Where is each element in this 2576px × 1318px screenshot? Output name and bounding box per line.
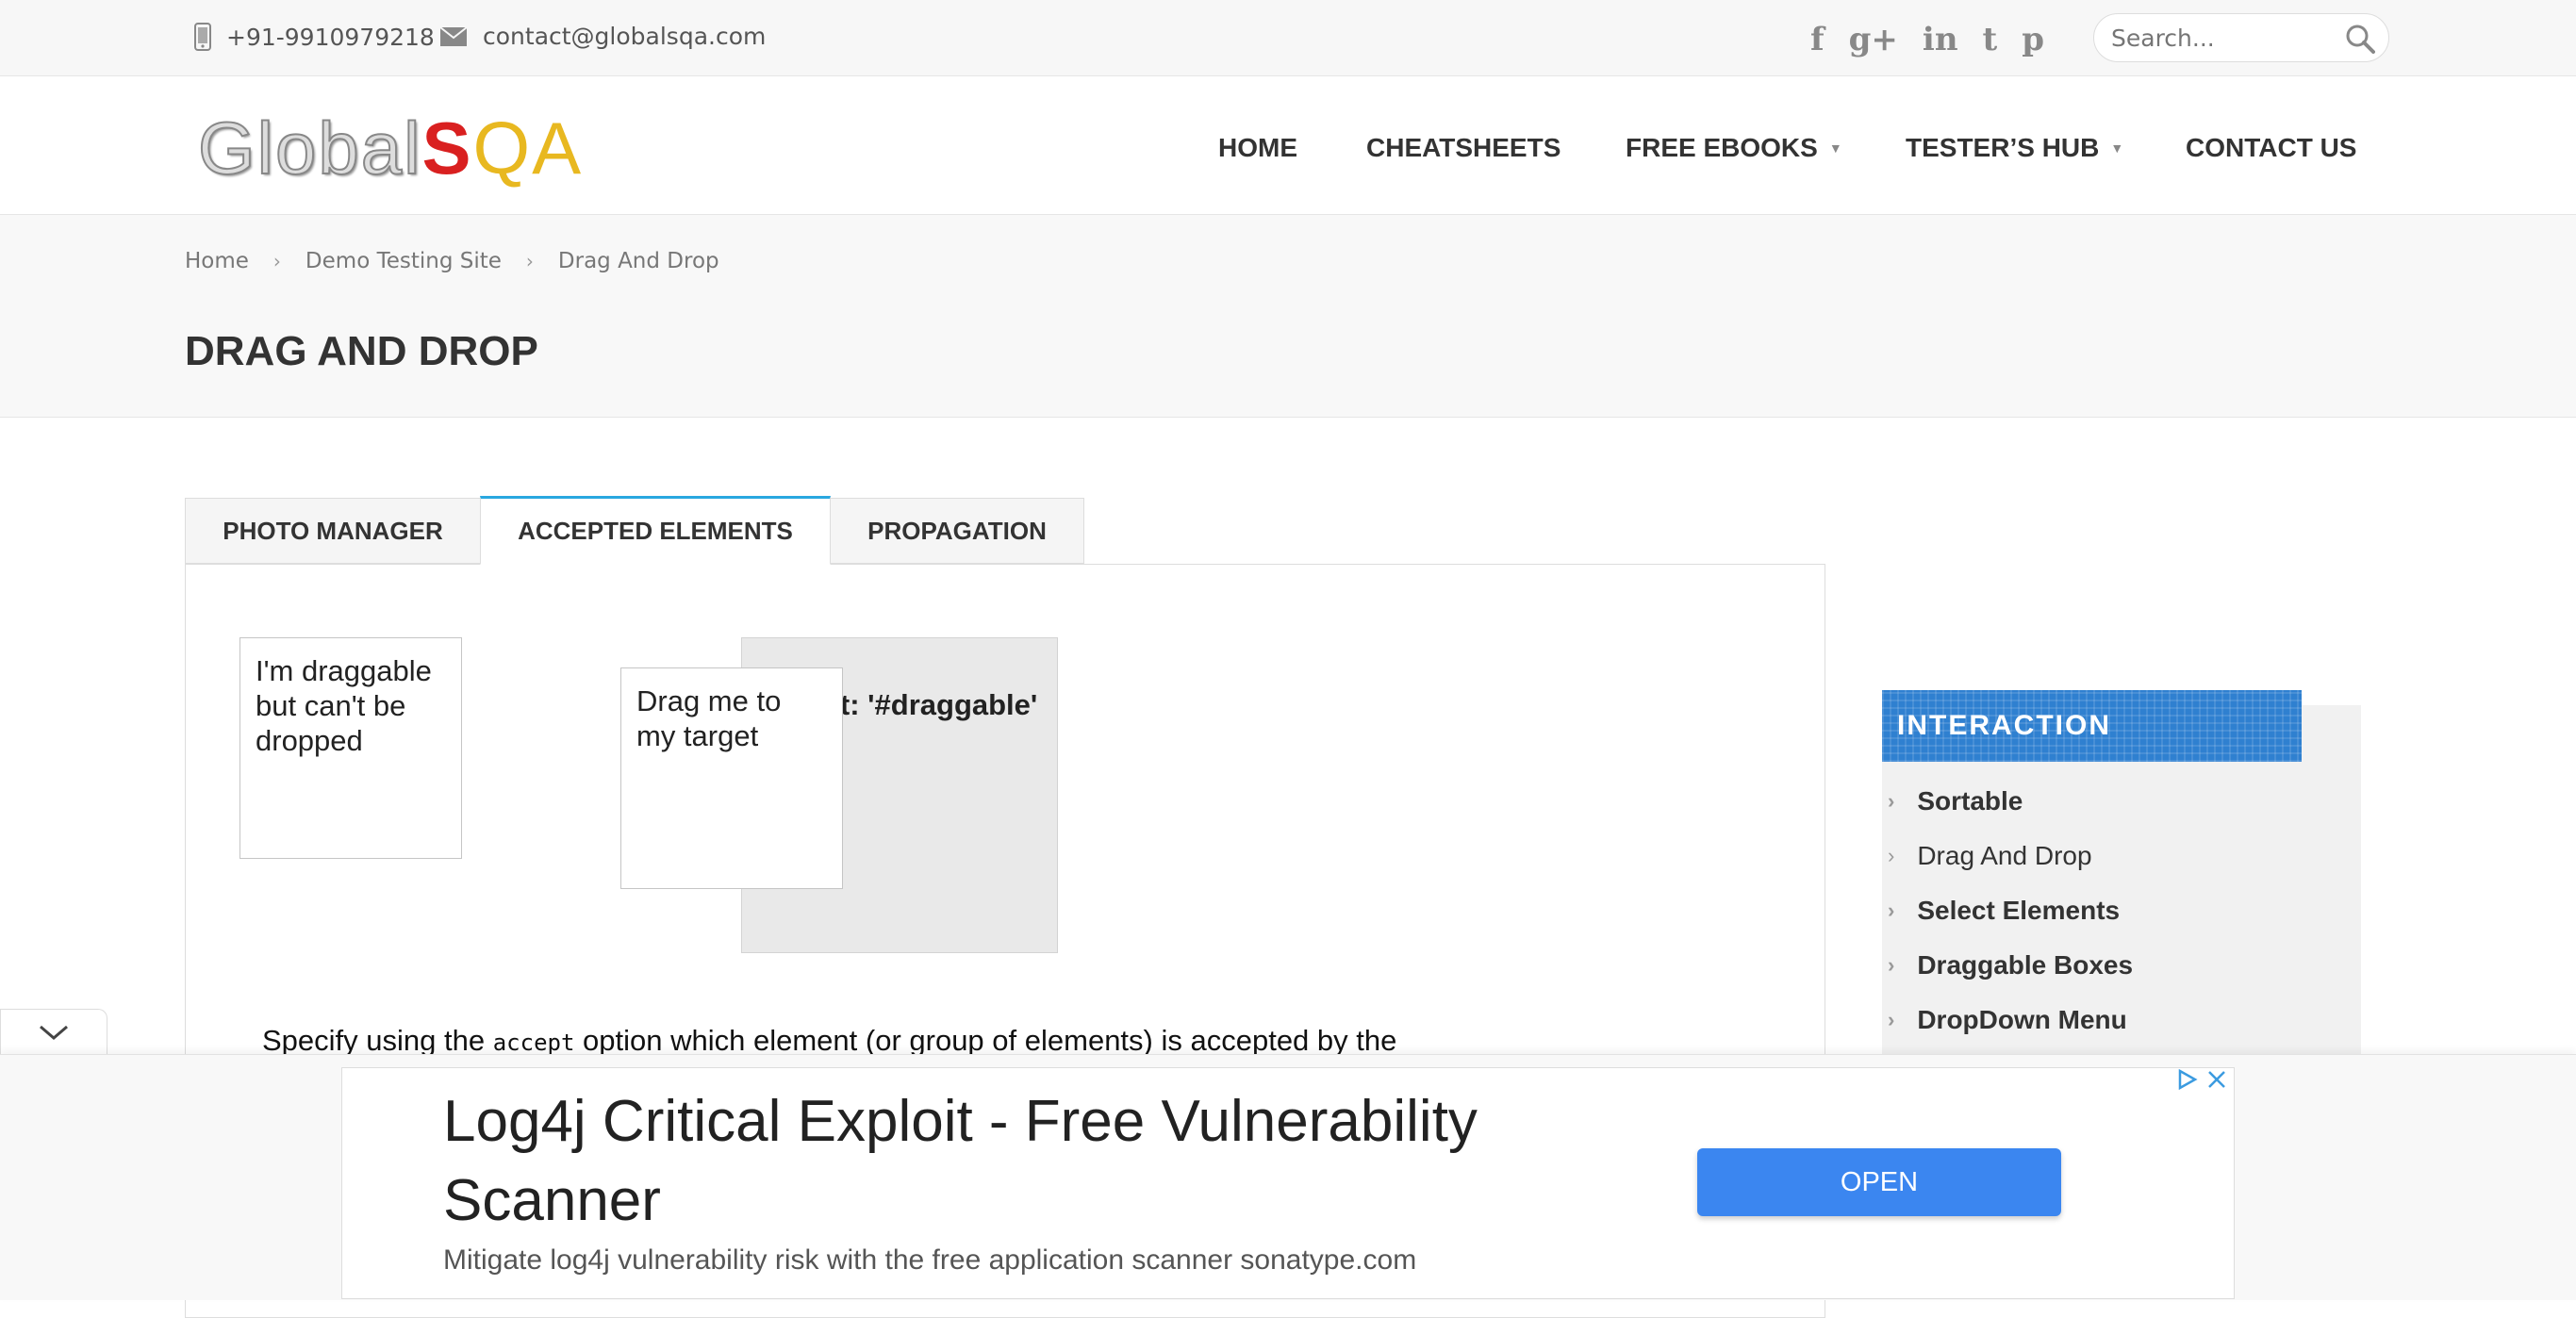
- sidebar-item-draggable-boxes[interactable]: › Draggable Boxes: [1888, 950, 2133, 980]
- sidebar-item-label: Select Elements: [1917, 896, 2121, 925]
- email-address[interactable]: contact@globalsqa.com: [483, 23, 766, 50]
- desc-after: option which element (or group of elemen…: [583, 1024, 1397, 1057]
- tab-accepted-elements[interactable]: ACCEPTED ELEMENTS: [480, 496, 831, 565]
- sidebar-item-select-elements[interactable]: › Select Elements: [1888, 896, 2120, 926]
- desc-before: Specify using the: [262, 1024, 486, 1057]
- breadcrumb-demo-site[interactable]: Demo Testing Site: [305, 249, 502, 273]
- phone-icon: [194, 23, 211, 51]
- site-logo[interactable]: GlobalSQA: [197, 106, 584, 191]
- sidebar-item-sortable[interactable]: › Sortable: [1888, 786, 2023, 816]
- search-box[interactable]: [2093, 13, 2389, 62]
- sidebar-item-label: Drag And Drop: [1917, 841, 2092, 870]
- sidebar-item-label: DropDown Menu: [1917, 1005, 2127, 1034]
- nav-cheatsheets-label: CHEATSHEETS: [1366, 133, 1561, 162]
- google-plus-icon[interactable]: g+: [1849, 21, 1898, 58]
- nav-home[interactable]: HOME: [1218, 133, 1297, 163]
- sidebar-item-label: Sortable: [1917, 786, 2023, 816]
- chevron-down-icon: ▼: [1828, 140, 1842, 156]
- sidebar-item-label: Draggable Boxes: [1917, 950, 2134, 980]
- chevron-right-icon: ›: [272, 250, 281, 272]
- twitter-icon[interactable]: t: [1983, 21, 1998, 58]
- nav-cheatsheets[interactable]: CHEATSHEETS: [1366, 133, 1560, 163]
- sidebar-item-dropdown-menu[interactable]: › DropDown Menu: [1888, 1005, 2127, 1035]
- chevron-right-icon: ›: [1888, 1008, 1895, 1031]
- ad-title[interactable]: Log4j Critical Exploit - Free Vulnerabil…: [443, 1082, 1631, 1241]
- ad-choices-icon[interactable]: [2174, 1067, 2199, 1092]
- chevron-right-icon: ›: [1888, 844, 1895, 867]
- chevron-down-icon: ▼: [2110, 140, 2124, 156]
- tab-propagation[interactable]: PROPAGATION: [830, 498, 1084, 564]
- logo-qa: QA: [472, 107, 584, 189]
- mail-icon: [439, 25, 468, 46]
- chevron-right-icon: ›: [1888, 898, 1895, 922]
- chevron-right-icon: ›: [1888, 953, 1895, 977]
- breadcrumb-current: Drag And Drop: [557, 249, 719, 273]
- desc-code: accept: [492, 1030, 575, 1056]
- breadcrumb: Home › Demo Testing Site › Drag And Drop: [185, 249, 719, 273]
- chevron-right-icon: ›: [525, 250, 534, 272]
- draggable-box[interactable]: Drag me to my target: [620, 667, 843, 889]
- nav-free-ebooks[interactable]: FREE EBOOKS ▼: [1626, 133, 1842, 163]
- search-input[interactable]: [2109, 24, 2339, 53]
- nav-ebooks-label: FREE EBOOKS: [1626, 133, 1818, 162]
- phone-number: +91-9910979218: [226, 23, 435, 51]
- email-contact[interactable]: contact@globalsqa.com: [439, 23, 766, 50]
- nav-hub-label: TESTER’S HUB: [1906, 133, 2100, 162]
- sidebar-item-drag-and-drop[interactable]: › Drag And Drop: [1888, 841, 2092, 871]
- tab-photo-manager[interactable]: PHOTO MANAGER: [185, 498, 481, 564]
- page-title: DRAG AND DROP: [185, 328, 538, 374]
- logo-global: Global: [197, 106, 422, 190]
- phone-contact: +91-9910979218: [194, 23, 435, 51]
- pinterest-icon[interactable]: p: [2022, 21, 2044, 58]
- non-valid-draggable[interactable]: I'm draggable but can't be dropped: [239, 637, 462, 859]
- linkedin-icon[interactable]: in: [1923, 21, 1958, 58]
- ad-collapse-button[interactable]: [0, 1009, 107, 1056]
- nav-contact-us[interactable]: CONTACT US: [2186, 133, 2356, 163]
- breadcrumb-home[interactable]: Home: [185, 249, 249, 273]
- description-text: Specify using the accept option which el…: [262, 1024, 1396, 1058]
- ad-subtitle[interactable]: Mitigate log4j vulnerability risk with t…: [443, 1244, 1416, 1277]
- nav-contact-label: CONTACT US: [2186, 133, 2357, 162]
- facebook-icon[interactable]: f: [1810, 21, 1825, 58]
- search-icon[interactable]: [2345, 24, 2375, 54]
- chevron-right-icon: ›: [1888, 789, 1895, 813]
- close-icon[interactable]: [2206, 1069, 2227, 1090]
- title-band: [0, 215, 2576, 418]
- chevron-down-icon: [40, 1025, 68, 1040]
- sidebar-heading: INTERACTION: [1882, 690, 2302, 762]
- logo-s: S: [421, 107, 473, 189]
- nav-home-label: HOME: [1218, 133, 1297, 162]
- nav-testers-hub[interactable]: TESTER’S HUB ▼: [1906, 133, 2123, 163]
- social-links: f g+ in t p: [1810, 21, 2044, 58]
- ad-open-button[interactable]: OPEN: [1697, 1148, 2061, 1216]
